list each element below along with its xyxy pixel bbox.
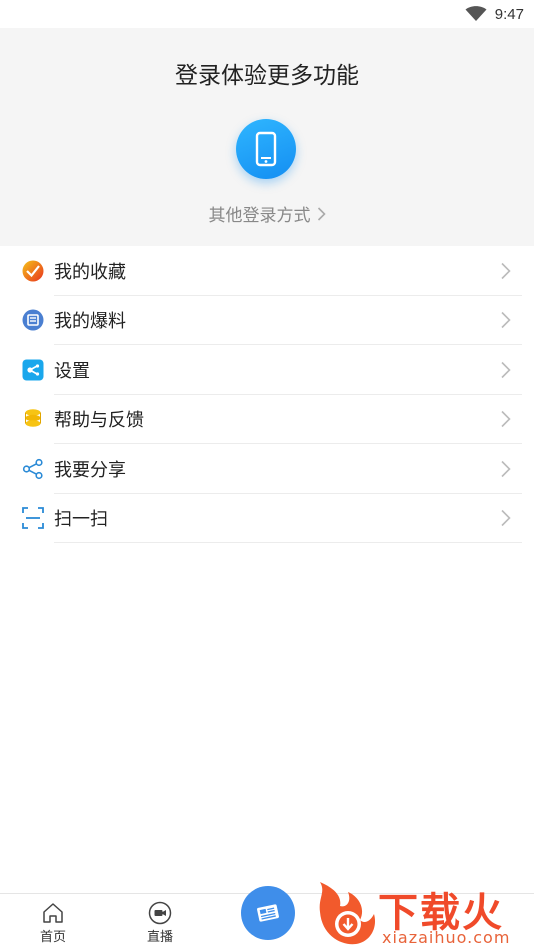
page-title: 登录体验更多功能 [175, 63, 359, 89]
phone-login-button[interactable] [236, 119, 296, 179]
chevron-right-icon [501, 312, 511, 329]
chevron-right-icon [501, 510, 511, 527]
tab-live[interactable]: 直播 [130, 894, 190, 949]
home-icon [43, 903, 63, 923]
other-login-label: 其他登录方式 [208, 206, 311, 226]
live-icon [148, 901, 172, 925]
newspaper-icon [257, 904, 279, 922]
menu-item-label: 扫一扫 [54, 509, 108, 531]
chevron-right-icon [501, 361, 511, 378]
menu-item-label: 帮助与反馈 [54, 410, 144, 432]
menu-item-label: 我要分享 [54, 459, 126, 481]
newspaper-button[interactable] [241, 886, 295, 940]
watermark: 下载火 xiazaihuo.com [312, 878, 534, 949]
menu-list: 我的收藏 我的爆料 设置 帮助与反馈 我要分享 扫一扫 [0, 246, 534, 543]
scan-icon [22, 507, 44, 530]
watermark-url: xiazaihuo.com [382, 928, 511, 947]
menu-item-label: 我的爆料 [54, 311, 126, 333]
chevron-right-icon [317, 206, 326, 226]
chevron-right-icon [501, 411, 511, 428]
status-time: 9:47 [494, 5, 524, 23]
chevron-right-icon [501, 262, 511, 279]
screen: 9:47 登录体验更多功能 其他登录方式 我的收藏 我的爆料 设置 帮助与反馈 … [0, 0, 534, 949]
wifi-icon [465, 6, 487, 21]
chevron-right-icon [501, 460, 511, 477]
tab-home-label: 首页 [39, 930, 66, 945]
menu-item-collection[interactable]: 我的收藏 [0, 246, 534, 296]
tab-live-label: 直播 [146, 930, 173, 945]
settings-icon [22, 359, 44, 381]
login-header: 登录体验更多功能 其他登录方式 [0, 28, 534, 246]
menu-item-settings[interactable]: 设置 [0, 345, 534, 395]
divider [54, 542, 522, 543]
help-feedback-icon [25, 409, 41, 427]
menu-item-scan[interactable]: 扫一扫 [0, 494, 534, 543]
menu-item-label: 我的收藏 [54, 261, 126, 283]
tab-home[interactable]: 首页 [23, 894, 83, 949]
flame-logo-icon [319, 882, 376, 945]
collection-icon [22, 260, 44, 282]
menu-item-help-feedback[interactable]: 帮助与反馈 [0, 395, 534, 444]
phone-icon [255, 131, 277, 167]
menu-item-share[interactable]: 我要分享 [0, 444, 534, 494]
other-login-link[interactable]: 其他登录方式 [0, 201, 534, 226]
share-icon [22, 458, 43, 479]
menu-item-news-tip[interactable]: 我的爆料 [0, 296, 534, 345]
news-tip-icon [22, 309, 44, 331]
menu-item-label: 设置 [54, 360, 90, 382]
status-bar: 9:47 [0, 0, 534, 28]
